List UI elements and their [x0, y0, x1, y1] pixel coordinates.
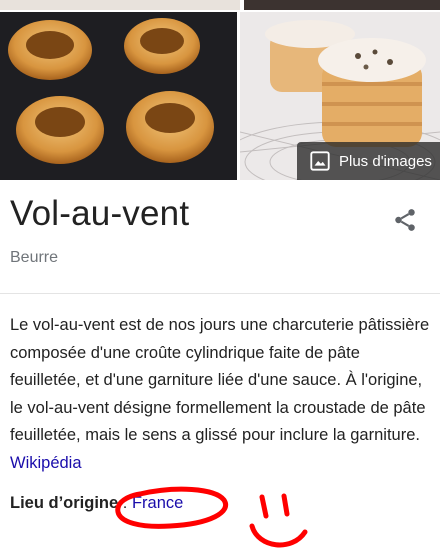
origin-separator: : [118, 494, 132, 512]
strip-left [0, 0, 240, 10]
more-images-button[interactable]: Plus d'images [297, 142, 440, 180]
smiley-eye-left [259, 494, 269, 519]
entity-subtitle: Beurre [10, 249, 59, 266]
smiley-eye-right [281, 493, 290, 517]
previous-images-strip [0, 0, 440, 10]
wikipedia-link[interactable]: Wikipédia [10, 454, 82, 472]
divider [0, 293, 440, 294]
description: Le vol-au-vent est de nos jours une char… [10, 312, 434, 478]
share-icon[interactable] [392, 207, 418, 233]
entity-title: Vol-au-vent [10, 194, 190, 233]
origin-label: Lieu d’origine [10, 494, 119, 512]
smiley-mouth [249, 523, 308, 548]
origin-value-link[interactable]: France [132, 494, 183, 512]
more-images-label: Plus d'images [339, 152, 432, 170]
image-vol-au-vent-slate[interactable] [0, 12, 237, 180]
description-text: Le vol-au-vent est de nos jours une char… [10, 316, 430, 445]
image-vol-au-vent-slate-drawing [0, 12, 237, 180]
image-icon [310, 151, 330, 171]
strip-right [244, 0, 440, 10]
origin-row: Lieu d’origine : France [10, 494, 183, 513]
